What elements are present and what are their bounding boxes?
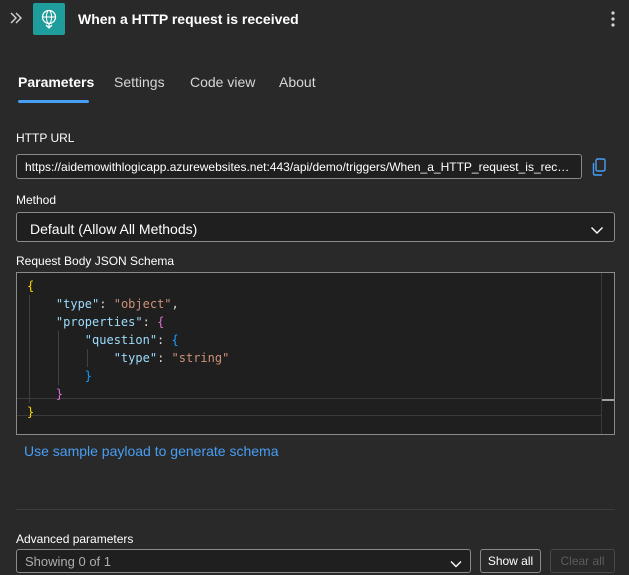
method-selected-value: Default (Allow All Methods) <box>30 221 198 237</box>
code-line: "type": "string" <box>113 351 230 365</box>
overview-ruler <box>601 273 614 434</box>
tab-bar: Parameters Settings Code view About <box>0 70 629 106</box>
http-url-value: https://aidemowithlogicapp.azurewebsites… <box>25 160 573 174</box>
http-url-label: HTTP URL <box>16 131 75 145</box>
ruler-cursor-mark <box>602 399 614 401</box>
code-line: } <box>84 369 93 383</box>
sample-payload-link[interactable]: Use sample payload to generate schema <box>24 443 278 459</box>
section-divider <box>16 509 615 510</box>
tab-parameters[interactable]: Parameters <box>18 74 94 90</box>
show-all-button[interactable]: Show all <box>480 549 541 573</box>
method-label: Method <box>16 193 57 207</box>
tab-code-view[interactable]: Code view <box>190 74 255 90</box>
code-line: } <box>55 387 64 401</box>
panel-title: When a HTTP request is received <box>78 11 299 27</box>
globe-request-icon <box>41 9 57 29</box>
clear-all-button[interactable]: Clear all <box>550 549 615 573</box>
schema-code-editor[interactable]: { "type": "object", "properties": { "que… <box>16 272 615 435</box>
advanced-parameters-value: Showing 0 of 1 <box>25 554 112 569</box>
code-line: } <box>27 405 35 419</box>
chevron-down-icon <box>450 556 462 574</box>
active-tab-indicator <box>18 100 89 103</box>
code-line: "properties": { <box>55 315 165 329</box>
trigger-icon-tile <box>33 3 65 35</box>
panel-header: When a HTTP request is received <box>0 0 629 40</box>
schema-label: Request Body JSON Schema <box>16 254 175 268</box>
more-vertical-icon[interactable] <box>606 10 620 28</box>
code-line: "type": "object", <box>55 297 179 311</box>
http-url-field[interactable]: https://aidemowithlogicapp.azurewebsites… <box>16 154 582 179</box>
advanced-parameters-dropdown[interactable]: Showing 0 of 1 <box>16 549 471 573</box>
tab-settings[interactable]: Settings <box>114 74 165 90</box>
code-line: "question": { <box>84 333 179 347</box>
tab-about[interactable]: About <box>279 74 316 90</box>
schema-code: { "type": "object", "properties": { "que… <box>27 277 229 421</box>
advanced-parameters-label: Advanced parameters <box>16 532 134 546</box>
double-chevron-right-icon[interactable] <box>8 8 26 28</box>
chevron-down-icon <box>590 222 604 240</box>
copy-icon[interactable] <box>590 157 608 177</box>
code-line: { <box>27 279 35 293</box>
method-dropdown[interactable]: Default (Allow All Methods) <box>16 212 615 242</box>
